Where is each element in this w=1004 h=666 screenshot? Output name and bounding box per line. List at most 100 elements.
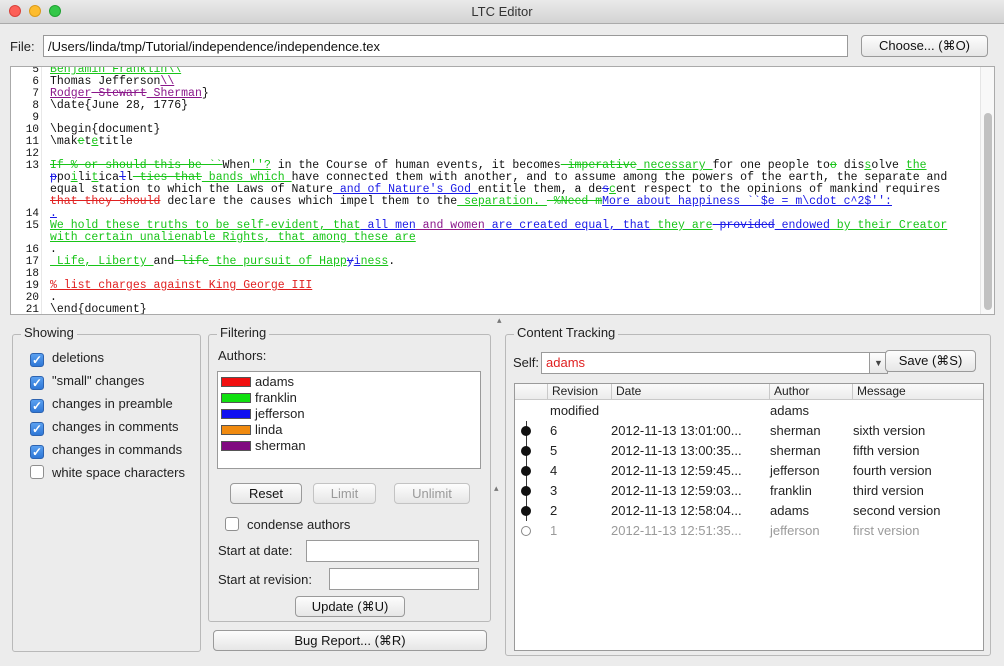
unlimit-button[interactable]: Unlimit bbox=[394, 483, 470, 504]
code-segment: %Need m bbox=[546, 195, 603, 208]
title-bar: LTC Editor bbox=[0, 0, 1004, 24]
line-number: 18 bbox=[25, 268, 39, 280]
code-segment: separation. bbox=[457, 195, 547, 208]
author-color-swatch bbox=[221, 425, 251, 435]
showing-legend: Showing bbox=[21, 325, 77, 340]
self-combo-input[interactable]: adams bbox=[541, 352, 870, 374]
start-revision-input[interactable] bbox=[329, 568, 479, 590]
code-line: that they should declare the causes whic… bbox=[50, 196, 892, 208]
condense-authors-label: condense authors bbox=[247, 517, 351, 532]
cell-author: adams bbox=[770, 403, 810, 418]
cell-rev: 4 bbox=[550, 463, 558, 478]
cell-author: adams bbox=[770, 503, 810, 518]
code-segment: endowed bbox=[774, 219, 830, 232]
condense-authors-checkbox[interactable]: condense authors bbox=[225, 517, 350, 535]
vertical-split-handle-icon[interactable]: ▴ bbox=[497, 315, 502, 326]
cell-author: sherman bbox=[770, 423, 821, 438]
table-row[interactable]: 6 2012-11-13 13:01:00... sherman sixth vers… bbox=[515, 421, 983, 441]
save-button[interactable]: Save (⌘S) bbox=[885, 350, 976, 372]
cell-message: fifth version bbox=[853, 443, 920, 458]
author-color-swatch bbox=[221, 393, 251, 403]
table-row[interactable]: 2 2012-11-13 12:58:04... adams second versi… bbox=[515, 501, 983, 521]
column-header-date[interactable]: Date bbox=[611, 384, 769, 400]
editor-scrollbar[interactable] bbox=[980, 67, 994, 314]
column-header-author[interactable]: Author bbox=[769, 384, 853, 400]
condense-authors-check-icon bbox=[225, 517, 239, 531]
line-number: 12 bbox=[25, 148, 39, 160]
author-name: linda bbox=[255, 422, 283, 437]
code-segment: i bbox=[353, 255, 361, 268]
code-segment: More about happiness ``$e = m\cdot c^2$'… bbox=[602, 195, 892, 208]
code-segment: ness bbox=[360, 255, 389, 268]
revision-node-icon bbox=[521, 466, 531, 476]
editor-scrollbar-thumb[interactable] bbox=[984, 113, 992, 310]
content-tracking-panel: Content Tracking Self: adams ▼ Save (⌘S)… bbox=[505, 325, 991, 656]
code-line: \maketetitle bbox=[50, 136, 133, 148]
code-segment: and women bbox=[415, 219, 485, 232]
code-segment: provided bbox=[712, 219, 775, 232]
cell-date: 2012-11-13 12:51:35... bbox=[611, 523, 742, 538]
code-area[interactable]: Benjamin Franklin\\ Thomas Jefferson\\ Rod… bbox=[50, 67, 980, 314]
table-row[interactable]: 3 2012-11-13 12:59:03... franklin third ver… bbox=[515, 481, 983, 501]
choose-file-button[interactable]: Choose... (⌘O) bbox=[861, 35, 988, 57]
line-number: 19 bbox=[25, 280, 39, 292]
start-revision-label: Start at revision: bbox=[218, 572, 312, 587]
showing-option-checkbox[interactable]: ✓ changes in preamble bbox=[30, 396, 173, 414]
filtering-panel: Filtering Authors: adams franklin jefferso… bbox=[208, 325, 491, 622]
showing-option-checkbox[interactable]: ✓ changes in commands bbox=[30, 442, 182, 460]
bug-report-button[interactable]: Bug Report... (⌘R) bbox=[213, 630, 487, 651]
code-line: with certain unalienable Rights, that am… bbox=[50, 232, 416, 244]
showing-option-checkbox[interactable]: ✓ deletions bbox=[30, 350, 104, 368]
showing-panel: Showing ✓ deletions ✓ "small" changes ✓ chang… bbox=[12, 325, 201, 652]
code-segment: with certain unalienable Rights, that am… bbox=[50, 231, 416, 244]
content-tracking-legend: Content Tracking bbox=[514, 325, 619, 340]
showing-option-label: changes in comments bbox=[52, 419, 179, 434]
code-line: Life, Liberty and life the pursuit of Ha… bbox=[50, 256, 395, 268]
table-row[interactable]: 4 2012-11-13 12:59:45... jefferson fourth v… bbox=[515, 461, 983, 481]
showing-option-checkbox[interactable]: ✓ changes in comments bbox=[30, 419, 178, 437]
code-segment: % list charges against King George III bbox=[50, 279, 313, 292]
authors-label: Authors: bbox=[218, 348, 267, 363]
code-segment: title bbox=[98, 135, 133, 148]
revision-table[interactable]: Revision Date Author Message modified ada… bbox=[514, 383, 984, 651]
line-number: 6 bbox=[32, 76, 39, 88]
checkmark-icon: ✓ bbox=[30, 422, 44, 436]
revision-node-icon bbox=[521, 426, 531, 436]
authors-list[interactable]: adams franklin jefferson linda sherman bbox=[217, 371, 481, 469]
file-path-input[interactable] bbox=[43, 35, 848, 57]
table-row[interactable]: 1 2012-11-13 12:51:35... jefferson first ve… bbox=[515, 521, 983, 541]
line-number: 17 bbox=[25, 256, 39, 268]
table-row[interactable]: modified adams bbox=[515, 401, 983, 421]
text-editor[interactable]: 5 6 7 8 9 10 11 12 13 14 15 16 17 18 19 20 21 Benjamin F… bbox=[10, 66, 995, 315]
reset-button[interactable]: Reset bbox=[230, 483, 302, 504]
code-segment: are created equal, that bbox=[484, 219, 651, 232]
checkmark-icon: ✓ bbox=[30, 376, 44, 390]
column-header-revision[interactable]: Revision bbox=[547, 384, 612, 400]
cell-date: 2012-11-13 12:58:04... bbox=[611, 503, 742, 518]
checkmark-icon: ✓ bbox=[30, 399, 44, 413]
start-date-input[interactable] bbox=[306, 540, 479, 562]
showing-option-checkbox[interactable]: white space characters bbox=[30, 465, 185, 483]
code-segment: declare the causes which impel them to t… bbox=[160, 195, 458, 208]
code-segment: life bbox=[174, 255, 209, 268]
update-button[interactable]: Update (⌘U) bbox=[295, 596, 405, 617]
code-segment: \end{document} bbox=[50, 303, 147, 315]
table-row[interactable]: 5 2012-11-13 13:00:35... sherman fifth vers… bbox=[515, 441, 983, 461]
code-line: \date{June 28, 1776} bbox=[50, 100, 188, 112]
cell-author: jefferson bbox=[770, 463, 820, 478]
line-number: 16 bbox=[25, 244, 39, 256]
author-color-swatch bbox=[221, 409, 251, 419]
limit-button[interactable]: Limit bbox=[313, 483, 376, 504]
horizontal-split-handle-icon[interactable]: ▴ bbox=[494, 483, 499, 494]
line-number-gutter: 5 6 7 8 9 10 11 12 13 14 15 16 17 18 19 20 21 bbox=[11, 67, 42, 314]
code-segment: the pursuit of Happ bbox=[208, 255, 347, 268]
code-segment: by their Creator bbox=[829, 219, 948, 232]
column-header-message[interactable]: Message bbox=[852, 384, 983, 400]
code-segment: Life, Liberty bbox=[50, 255, 154, 268]
code-segment: . bbox=[388, 255, 396, 268]
showing-option-checkbox[interactable]: ✓ "small" changes bbox=[30, 373, 144, 391]
showing-option-label: white space characters bbox=[52, 465, 185, 480]
cell-date: 2012-11-13 12:59:45... bbox=[611, 463, 742, 478]
revision-node-icon bbox=[521, 526, 531, 536]
line-number: 13 bbox=[25, 160, 39, 172]
